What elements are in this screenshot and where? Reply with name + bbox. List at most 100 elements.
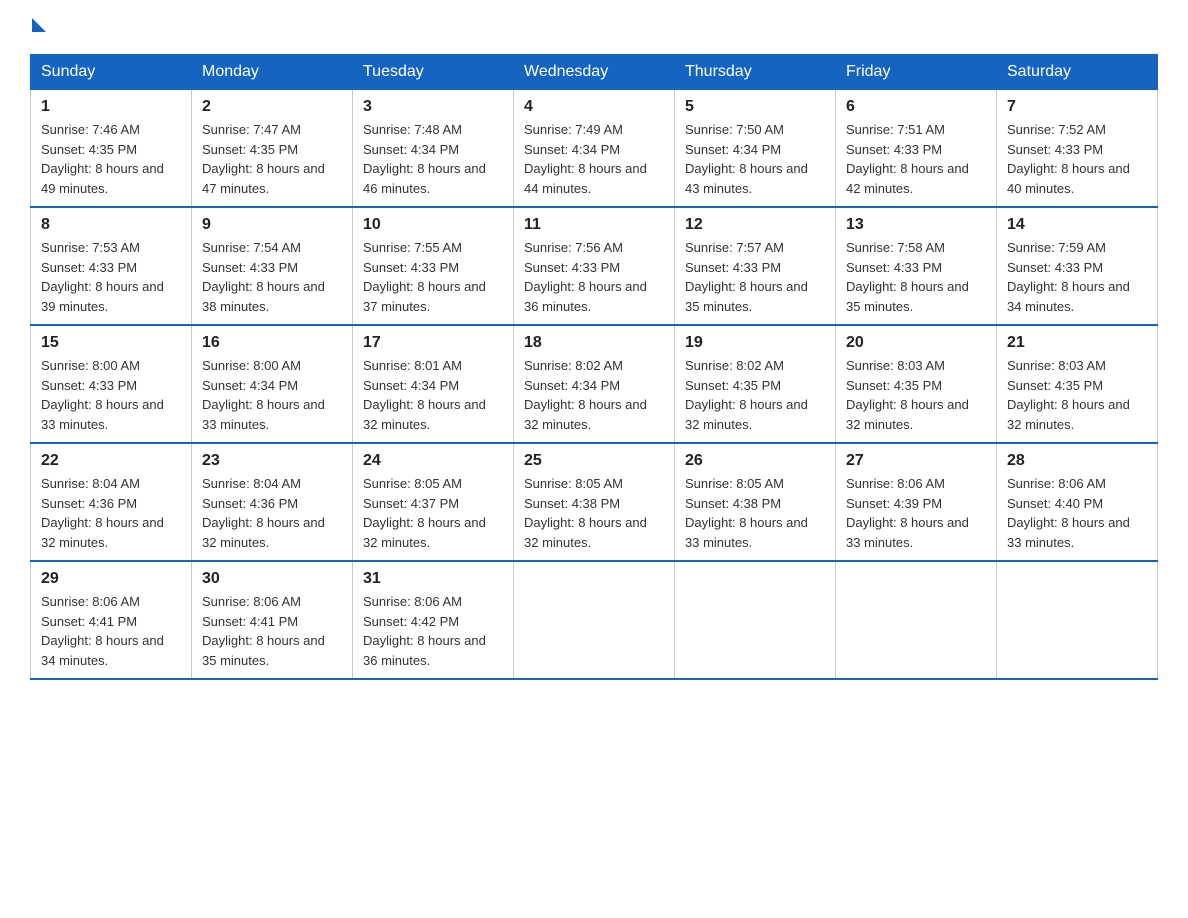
day-cell: 30 Sunrise: 8:06 AMSunset: 4:41 PMDaylig… — [192, 561, 353, 679]
day-number: 24 — [363, 452, 503, 470]
day-number: 15 — [41, 334, 181, 352]
day-info: Sunrise: 8:06 AMSunset: 4:41 PMDaylight:… — [202, 592, 342, 670]
logo — [30, 20, 46, 34]
day-info: Sunrise: 7:58 AMSunset: 4:33 PMDaylight:… — [846, 238, 986, 316]
day-number: 29 — [41, 570, 181, 588]
day-info: Sunrise: 8:02 AMSunset: 4:35 PMDaylight:… — [685, 356, 825, 434]
day-number: 16 — [202, 334, 342, 352]
day-number: 30 — [202, 570, 342, 588]
day-cell: 29 Sunrise: 8:06 AMSunset: 4:41 PMDaylig… — [31, 561, 192, 679]
day-info: Sunrise: 7:56 AMSunset: 4:33 PMDaylight:… — [524, 238, 664, 316]
day-info: Sunrise: 7:57 AMSunset: 4:33 PMDaylight:… — [685, 238, 825, 316]
day-number: 22 — [41, 452, 181, 470]
day-info: Sunrise: 8:05 AMSunset: 4:38 PMDaylight:… — [524, 474, 664, 552]
day-number: 21 — [1007, 334, 1147, 352]
page-header — [30, 20, 1158, 34]
day-cell — [836, 561, 997, 679]
day-cell: 22 Sunrise: 8:04 AMSunset: 4:36 PMDaylig… — [31, 443, 192, 561]
day-info: Sunrise: 8:06 AMSunset: 4:40 PMDaylight:… — [1007, 474, 1147, 552]
day-cell: 28 Sunrise: 8:06 AMSunset: 4:40 PMDaylig… — [997, 443, 1158, 561]
day-info: Sunrise: 7:55 AMSunset: 4:33 PMDaylight:… — [363, 238, 503, 316]
day-cell — [514, 561, 675, 679]
day-info: Sunrise: 7:59 AMSunset: 4:33 PMDaylight:… — [1007, 238, 1147, 316]
day-cell: 4 Sunrise: 7:49 AMSunset: 4:34 PMDayligh… — [514, 90, 675, 208]
day-info: Sunrise: 8:04 AMSunset: 4:36 PMDaylight:… — [202, 474, 342, 552]
week-row-5: 29 Sunrise: 8:06 AMSunset: 4:41 PMDaylig… — [31, 561, 1158, 679]
day-cell: 7 Sunrise: 7:52 AMSunset: 4:33 PMDayligh… — [997, 90, 1158, 208]
day-cell: 9 Sunrise: 7:54 AMSunset: 4:33 PMDayligh… — [192, 207, 353, 325]
week-row-2: 8 Sunrise: 7:53 AMSunset: 4:33 PMDayligh… — [31, 207, 1158, 325]
day-info: Sunrise: 8:03 AMSunset: 4:35 PMDaylight:… — [846, 356, 986, 434]
day-number: 4 — [524, 98, 664, 116]
day-number: 12 — [685, 216, 825, 234]
day-number: 23 — [202, 452, 342, 470]
day-cell: 24 Sunrise: 8:05 AMSunset: 4:37 PMDaylig… — [353, 443, 514, 561]
week-row-3: 15 Sunrise: 8:00 AMSunset: 4:33 PMDaylig… — [31, 325, 1158, 443]
column-header-thursday: Thursday — [675, 55, 836, 90]
day-number: 5 — [685, 98, 825, 116]
day-cell: 23 Sunrise: 8:04 AMSunset: 4:36 PMDaylig… — [192, 443, 353, 561]
day-info: Sunrise: 7:46 AMSunset: 4:35 PMDaylight:… — [41, 120, 181, 198]
day-number: 19 — [685, 334, 825, 352]
day-number: 9 — [202, 216, 342, 234]
day-info: Sunrise: 8:05 AMSunset: 4:38 PMDaylight:… — [685, 474, 825, 552]
day-info: Sunrise: 7:49 AMSunset: 4:34 PMDaylight:… — [524, 120, 664, 198]
logo-arrow-icon — [32, 18, 46, 32]
day-number: 2 — [202, 98, 342, 116]
day-cell: 27 Sunrise: 8:06 AMSunset: 4:39 PMDaylig… — [836, 443, 997, 561]
column-header-tuesday: Tuesday — [353, 55, 514, 90]
day-cell: 14 Sunrise: 7:59 AMSunset: 4:33 PMDaylig… — [997, 207, 1158, 325]
day-cell: 13 Sunrise: 7:58 AMSunset: 4:33 PMDaylig… — [836, 207, 997, 325]
day-info: Sunrise: 8:02 AMSunset: 4:34 PMDaylight:… — [524, 356, 664, 434]
day-cell: 20 Sunrise: 8:03 AMSunset: 4:35 PMDaylig… — [836, 325, 997, 443]
week-row-4: 22 Sunrise: 8:04 AMSunset: 4:36 PMDaylig… — [31, 443, 1158, 561]
day-number: 31 — [363, 570, 503, 588]
day-number: 13 — [846, 216, 986, 234]
day-cell: 8 Sunrise: 7:53 AMSunset: 4:33 PMDayligh… — [31, 207, 192, 325]
day-number: 11 — [524, 216, 664, 234]
day-info: Sunrise: 8:04 AMSunset: 4:36 PMDaylight:… — [41, 474, 181, 552]
day-cell: 10 Sunrise: 7:55 AMSunset: 4:33 PMDaylig… — [353, 207, 514, 325]
day-number: 20 — [846, 334, 986, 352]
day-info: Sunrise: 8:05 AMSunset: 4:37 PMDaylight:… — [363, 474, 503, 552]
day-number: 26 — [685, 452, 825, 470]
day-cell: 18 Sunrise: 8:02 AMSunset: 4:34 PMDaylig… — [514, 325, 675, 443]
day-cell: 6 Sunrise: 7:51 AMSunset: 4:33 PMDayligh… — [836, 90, 997, 208]
day-info: Sunrise: 7:53 AMSunset: 4:33 PMDaylight:… — [41, 238, 181, 316]
day-cell: 11 Sunrise: 7:56 AMSunset: 4:33 PMDaylig… — [514, 207, 675, 325]
day-number: 25 — [524, 452, 664, 470]
day-info: Sunrise: 7:47 AMSunset: 4:35 PMDaylight:… — [202, 120, 342, 198]
day-info: Sunrise: 7:52 AMSunset: 4:33 PMDaylight:… — [1007, 120, 1147, 198]
column-header-friday: Friday — [836, 55, 997, 90]
day-cell: 19 Sunrise: 8:02 AMSunset: 4:35 PMDaylig… — [675, 325, 836, 443]
day-number: 28 — [1007, 452, 1147, 470]
day-cell: 2 Sunrise: 7:47 AMSunset: 4:35 PMDayligh… — [192, 90, 353, 208]
day-info: Sunrise: 7:54 AMSunset: 4:33 PMDaylight:… — [202, 238, 342, 316]
column-header-wednesday: Wednesday — [514, 55, 675, 90]
day-cell: 5 Sunrise: 7:50 AMSunset: 4:34 PMDayligh… — [675, 90, 836, 208]
day-info: Sunrise: 8:00 AMSunset: 4:34 PMDaylight:… — [202, 356, 342, 434]
day-cell: 26 Sunrise: 8:05 AMSunset: 4:38 PMDaylig… — [675, 443, 836, 561]
calendar-header-row: SundayMondayTuesdayWednesdayThursdayFrid… — [31, 55, 1158, 90]
day-info: Sunrise: 7:50 AMSunset: 4:34 PMDaylight:… — [685, 120, 825, 198]
day-cell: 1 Sunrise: 7:46 AMSunset: 4:35 PMDayligh… — [31, 90, 192, 208]
day-number: 1 — [41, 98, 181, 116]
day-cell: 21 Sunrise: 8:03 AMSunset: 4:35 PMDaylig… — [997, 325, 1158, 443]
column-header-saturday: Saturday — [997, 55, 1158, 90]
day-cell: 17 Sunrise: 8:01 AMSunset: 4:34 PMDaylig… — [353, 325, 514, 443]
column-header-sunday: Sunday — [31, 55, 192, 90]
day-cell: 12 Sunrise: 7:57 AMSunset: 4:33 PMDaylig… — [675, 207, 836, 325]
day-cell — [997, 561, 1158, 679]
week-row-1: 1 Sunrise: 7:46 AMSunset: 4:35 PMDayligh… — [31, 90, 1158, 208]
day-info: Sunrise: 8:06 AMSunset: 4:39 PMDaylight:… — [846, 474, 986, 552]
column-header-monday: Monday — [192, 55, 353, 90]
calendar-table: SundayMondayTuesdayWednesdayThursdayFrid… — [30, 54, 1158, 680]
day-number: 6 — [846, 98, 986, 116]
day-number: 18 — [524, 334, 664, 352]
day-info: Sunrise: 8:06 AMSunset: 4:42 PMDaylight:… — [363, 592, 503, 670]
day-cell — [675, 561, 836, 679]
day-cell: 3 Sunrise: 7:48 AMSunset: 4:34 PMDayligh… — [353, 90, 514, 208]
day-number: 14 — [1007, 216, 1147, 234]
day-info: Sunrise: 8:00 AMSunset: 4:33 PMDaylight:… — [41, 356, 181, 434]
day-cell: 31 Sunrise: 8:06 AMSunset: 4:42 PMDaylig… — [353, 561, 514, 679]
